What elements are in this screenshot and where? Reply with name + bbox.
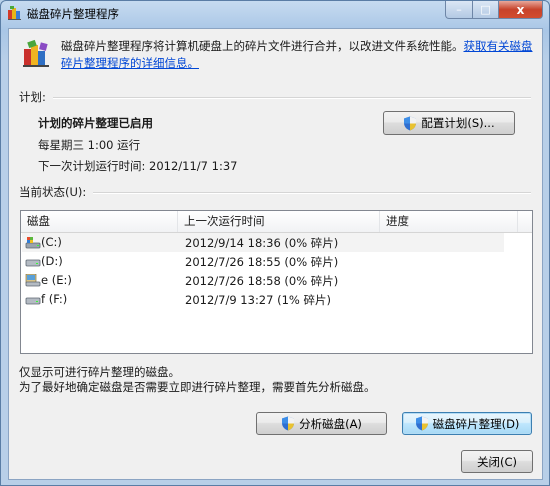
media-drive-icon bbox=[25, 274, 41, 287]
column-header-progress[interactable]: 进度 bbox=[380, 211, 518, 232]
window-title: 磁盘碎片整理程序 bbox=[27, 7, 119, 21]
intro-description: 磁盘碎片整理程序将计算机硬盘上的碎片文件进行合并，以改进文件系统性能。 bbox=[61, 39, 464, 53]
defrag-app-icon bbox=[8, 6, 21, 20]
hard-drive-icon bbox=[25, 259, 41, 267]
configure-schedule-label: 配置计划(S)... bbox=[421, 116, 495, 130]
column-header-disk[interactable]: 磁盘 bbox=[21, 211, 178, 232]
column-header-last-run[interactable]: 上一次运行时间 bbox=[178, 211, 380, 232]
disk-name: (C:) bbox=[41, 235, 62, 249]
configure-schedule-button[interactable]: 配置计划(S)... bbox=[383, 111, 515, 135]
table-row[interactable]: (C:) 2012/9/14 18:36 (0% 碎片) bbox=[22, 233, 504, 252]
close-button[interactable]: 关闭(C) bbox=[461, 450, 533, 473]
disk-last-run: 2012/7/26 18:58 (0% 碎片) bbox=[185, 274, 339, 288]
schedule-next-run: 下一次计划运行时间: 2012/11/7 1:37 bbox=[38, 159, 238, 173]
hard-drive-icon bbox=[25, 297, 41, 305]
defragment-disk-label: 磁盘碎片整理(D) bbox=[432, 416, 520, 431]
close-window-button[interactable]: x bbox=[499, 1, 543, 19]
defragment-disk-button[interactable]: 磁盘碎片整理(D) bbox=[402, 412, 532, 435]
disk-name: e (E:) bbox=[41, 273, 72, 287]
list-header: 磁盘 上一次运行时间 进度 bbox=[21, 211, 532, 233]
client-area: 磁盘碎片整理程序将计算机硬盘上的碎片文件进行合并，以改进文件系统性能。获取有关磁… bbox=[8, 28, 543, 480]
disk-last-run: 2012/7/9 13:27 (1% 碎片) bbox=[185, 293, 331, 307]
system-drive-icon bbox=[25, 237, 41, 249]
maximize-button[interactable]: □ bbox=[473, 1, 499, 19]
table-row[interactable]: e (E:) 2012/7/26 18:58 (0% 碎片) bbox=[22, 271, 504, 290]
defrag-window: 磁盘碎片整理程序 – □ x 磁盘碎片整理程序将计算机硬盘上的碎片文件进行合并，… bbox=[0, 0, 550, 486]
analyze-disk-button[interactable]: 分析磁盘(A) bbox=[256, 412, 387, 435]
disk-last-run: 2012/9/14 18:36 (0% 碎片) bbox=[185, 236, 339, 250]
minimize-button[interactable]: – bbox=[445, 1, 473, 19]
close-label: 关闭(C) bbox=[476, 454, 517, 469]
uac-shield-icon bbox=[404, 116, 417, 130]
schedule-frequency: 每星期三 1:00 运行 bbox=[38, 138, 141, 152]
current-status-label: 当前状态(U): bbox=[19, 185, 87, 199]
table-row[interactable]: (D:) 2012/7/26 18:55 (0% 碎片) bbox=[22, 252, 504, 271]
disk-list[interactable]: 磁盘 上一次运行时间 进度 (C:) 2012/9/14 18:36 (0% 碎… bbox=[20, 210, 533, 354]
uac-shield-icon bbox=[282, 416, 295, 431]
list-scroll-area bbox=[515, 233, 531, 352]
status-divider bbox=[93, 192, 531, 194]
note-analyze-first: 为了最好地确定磁盘是否需要立即进行碎片整理，需要首先分析磁盘。 bbox=[19, 380, 376, 394]
uac-shield-icon bbox=[415, 416, 428, 431]
analyze-disk-label: 分析磁盘(A) bbox=[299, 416, 362, 431]
disk-last-run: 2012/7/26 18:55 (0% 碎片) bbox=[185, 255, 339, 269]
schedule-divider bbox=[53, 97, 531, 99]
title-bar[interactable]: 磁盘碎片整理程序 – □ x bbox=[1, 1, 549, 25]
defrag-large-icon bbox=[23, 39, 49, 67]
intro-text: 磁盘碎片整理程序将计算机硬盘上的碎片文件进行合并，以改进文件系统性能。获取有关磁… bbox=[61, 38, 536, 72]
schedule-label: 计划: bbox=[19, 90, 46, 104]
disk-name: (D:) bbox=[41, 254, 63, 268]
caption-buttons: – □ x bbox=[445, 1, 543, 19]
schedule-status: 计划的碎片整理已启用 bbox=[38, 116, 153, 130]
table-row[interactable]: f (F:) 2012/7/9 13:27 (1% 碎片) bbox=[22, 290, 504, 309]
note-defraggable-only: 仅显示可进行碎片整理的磁盘。 bbox=[19, 365, 180, 379]
disk-name: f (F:) bbox=[41, 292, 68, 306]
